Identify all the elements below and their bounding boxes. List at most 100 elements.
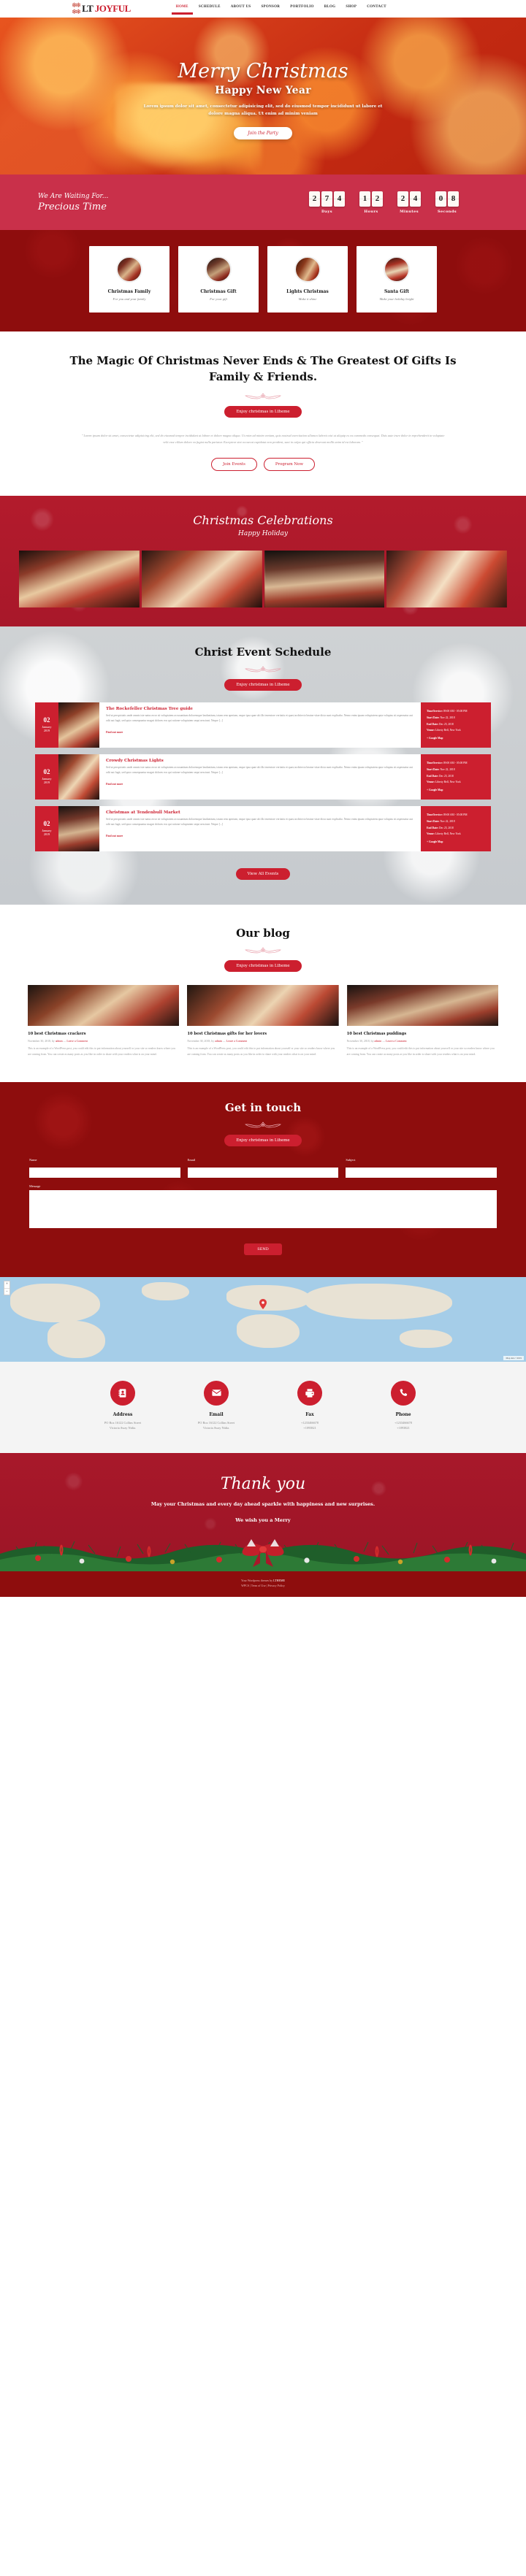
schedule-event-row[interactable]: 02 January 2019 Christmas at Tendenbull … [35, 805, 491, 851]
location-map[interactable]: + − Map data ©2019 [0, 1276, 526, 1362]
event-time-label: Time/Service: [427, 813, 443, 816]
subject-input[interactable] [346, 1167, 498, 1178]
info-line: Victoria Away Nidia. [202, 1426, 230, 1430]
days-digit: 7 [321, 191, 332, 207]
message-textarea[interactable] [29, 1189, 497, 1228]
feature-card[interactable]: Christmas Gift For your gift [178, 246, 259, 313]
blog-post-comment-link[interactable]: Leave a Comment [66, 1040, 88, 1043]
blog-post-date: November 30, 2018 [28, 1040, 51, 1043]
nav-item-about-us[interactable]: ABOUT US [231, 5, 251, 13]
blog-post-title[interactable]: 10 best Christmas puddings [347, 1032, 498, 1038]
gallery-image[interactable] [264, 550, 385, 607]
message-label: Message [29, 1184, 41, 1188]
google-map-link[interactable]: + Google Map [427, 789, 485, 791]
map-marker-icon[interactable] [259, 1298, 267, 1309]
event-find-out-more-link[interactable]: Find out more [106, 835, 123, 837]
contact-form: Name Email Subject Message SEND [0, 1158, 526, 1255]
feature-card[interactable]: Lights Christmas Make it shine [267, 246, 348, 313]
blog-post-card[interactable]: 10 best Christmas puddings November 30, … [346, 984, 498, 1057]
join-events-button[interactable]: Join Events [211, 457, 257, 471]
info-title: Phone [395, 1411, 411, 1417]
map-zoom-in-button[interactable]: + [4, 1281, 9, 1288]
schedule-event-row[interactable]: 02 January 2019 Crowdy Christmas Lights … [35, 754, 491, 800]
gallery-image[interactable] [141, 550, 262, 607]
site-logo[interactable]: ❄❄ ❄❄ LT JOYFUL [72, 2, 131, 15]
footer-links[interactable]: WPCS | Term of Use | Privacy Policy [241, 1584, 285, 1587]
feature-card[interactable]: Santa Gift Make your holiday bright [357, 246, 437, 313]
gallery-image[interactable] [386, 550, 507, 607]
info-title: Email [209, 1411, 224, 1417]
blog-post-text: This is an example of a WordPress post, … [187, 1047, 335, 1056]
nav-item-home[interactable]: HOME [171, 5, 193, 15]
send-button[interactable]: SEND [244, 1243, 282, 1255]
blog-post-comment-link[interactable]: Leave a Comment [226, 1040, 248, 1043]
map-landmass [10, 1284, 100, 1323]
nav-item-blog[interactable]: BLOG [324, 5, 336, 13]
google-map-link[interactable]: + Google Map [427, 737, 485, 740]
main-navigation: HOME SCHEDULE ABOUT US SPONSOR PORTFOLIO… [171, 5, 386, 15]
blog-post-comment-link[interactable]: Leave a Comment [386, 1040, 407, 1043]
email-label: Email [187, 1157, 196, 1162]
join-the-party-button[interactable]: Join the Party [234, 127, 292, 140]
event-text: Sed ut perspiciatis unde omnis iste natu… [106, 817, 413, 826]
nav-item-portfolio[interactable]: PORTFOLIO [290, 5, 314, 13]
email-input[interactable] [187, 1167, 339, 1178]
info-line: Victoria Away Nidia. [109, 1426, 137, 1430]
event-end-label: End Date: [427, 774, 439, 778]
info-line: +1093821 [303, 1426, 316, 1430]
event-find-out-more-link[interactable]: Find out more [106, 783, 123, 786]
map-zoom-out-button[interactable]: − [4, 1287, 9, 1295]
info-title: Fax [305, 1411, 314, 1417]
event-end-value: Dec 25, 2018 [439, 774, 454, 778]
event-venue-value: Liberty Bell, New York [435, 781, 461, 784]
blog-post-card[interactable]: 10 best Christmas crackers November 30, … [28, 984, 180, 1057]
blog-post-author[interactable]: admin [374, 1040, 381, 1043]
countdown-line1: We Are Waiting For... [38, 192, 109, 200]
event-title[interactable]: The Rockefeller Christmas Tree guide [106, 707, 414, 711]
event-start-label: Start Date: [427, 716, 440, 719]
gallery-image[interactable] [19, 550, 140, 607]
feature-card[interactable]: Christmas Family For you and your family [89, 246, 169, 313]
view-all-events-button[interactable]: View All Events [235, 867, 291, 880]
feature-title: Christmas Family [107, 289, 151, 294]
event-title[interactable]: Christmas at Tendenbull Market [106, 810, 414, 815]
schedule-enjoy-button[interactable]: Enjoy christmas in Ltheme [224, 678, 302, 691]
info-line: PO Box 16122 Collins Street [197, 1420, 235, 1425]
map-zoom-controls[interactable]: + − [4, 1280, 10, 1295]
minutes-label: Minutes [400, 209, 419, 214]
santa-gift-image [384, 256, 410, 283]
nav-item-contact[interactable]: CONTACT [367, 5, 386, 13]
days-digit: 2 [309, 191, 320, 207]
enjoy-christmas-button[interactable]: Enjoy christmas in Ltheme [224, 405, 302, 418]
nav-item-schedule[interactable]: SCHEDULE [199, 5, 221, 13]
event-year: 2019 [43, 729, 50, 733]
subject-field-group: Subject [346, 1157, 498, 1178]
event-find-out-more-link[interactable]: Find out more [106, 731, 123, 734]
program-now-button[interactable]: Program Now [263, 457, 315, 471]
map-landmass [305, 1284, 453, 1319]
footer-ltheme-link[interactable]: LTHEME [273, 1579, 285, 1582]
blog-post-date: November 30, 2018 [346, 1040, 370, 1043]
blog-post-title[interactable]: 10 best Christmas crackers [28, 1032, 179, 1038]
blog-post-author[interactable]: admin [215, 1040, 222, 1043]
celebrations-heading: Christmas Celebrations [193, 513, 333, 527]
feature-description: Make it shine [298, 297, 317, 301]
blog-post-card[interactable]: 10 best Christmas gifts for her lovers N… [187, 984, 339, 1057]
nav-item-shop[interactable]: SHOP [346, 5, 357, 13]
nav-item-sponsor[interactable]: SPONSOR [261, 5, 280, 13]
google-map-link[interactable]: + Google Map [427, 840, 485, 843]
name-input[interactable] [29, 1167, 180, 1178]
celebrations-gallery [0, 550, 526, 607]
christmas-family-image [116, 256, 142, 283]
contact-section: Get in touch Enjoy christmas in Ltheme N… [0, 1082, 526, 1277]
contact-enjoy-button[interactable]: Enjoy christmas in Ltheme [224, 1134, 302, 1146]
subject-label: Subject [346, 1157, 356, 1162]
blog-post-title[interactable]: 10 best Christmas gifts for her lovers [187, 1032, 338, 1038]
blog-post-author[interactable]: admin [56, 1040, 63, 1043]
event-title[interactable]: Crowdy Christmas Lights [106, 759, 414, 763]
days-digit: 4 [334, 191, 345, 207]
schedule-event-row[interactable]: 02 January 2019 The Rockefeller Christma… [35, 702, 491, 748]
hours-digit: 1 [359, 191, 370, 207]
thank-you-heading: Thank you [220, 1475, 306, 1494]
blog-enjoy-button[interactable]: Enjoy christmas in Ltheme [224, 959, 302, 972]
